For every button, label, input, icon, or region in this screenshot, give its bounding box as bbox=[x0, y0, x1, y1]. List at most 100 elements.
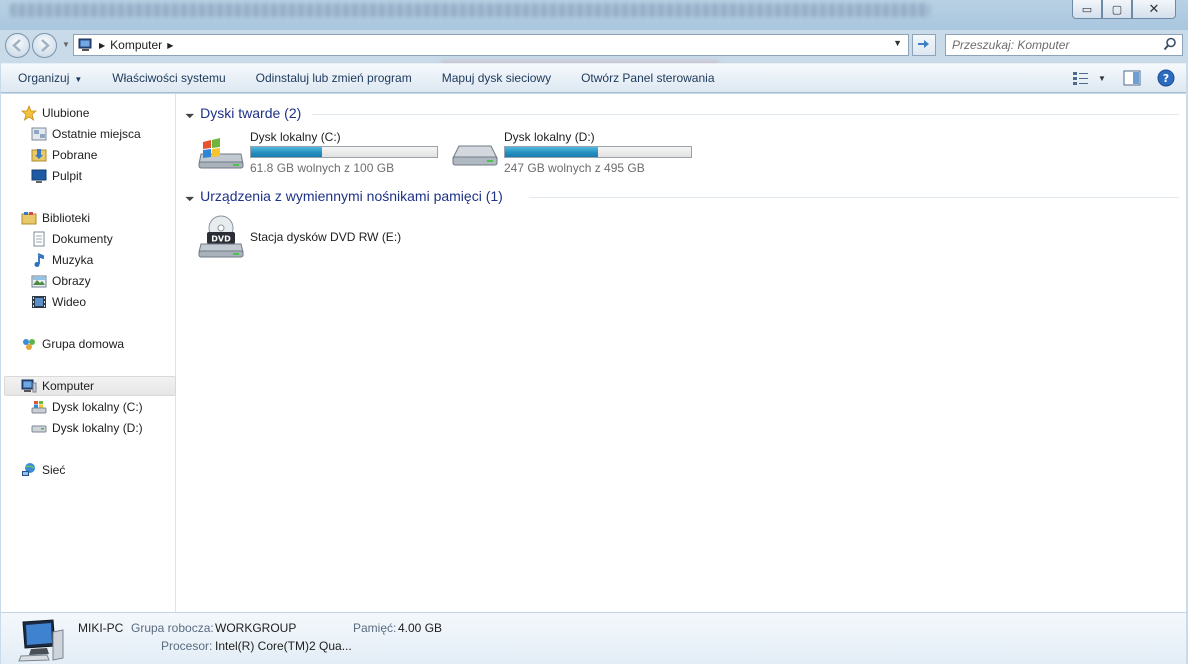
title-bar: ▭ ▢ ✕ bbox=[0, 0, 1188, 30]
breadcrumb-computer[interactable]: Komputer bbox=[110, 38, 162, 52]
processor-value: Intel(R) Core(TM)2 Qua... bbox=[215, 639, 352, 653]
minimize-button[interactable]: ▭ bbox=[1072, 0, 1102, 19]
map-network-drive-button[interactable]: Mapuj dysk sieciowy bbox=[427, 65, 566, 91]
memory-label: Pamięć: bbox=[353, 621, 397, 635]
nav-video-label: Wideo bbox=[52, 295, 87, 309]
recent-pages-chevron-icon[interactable]: ▼ bbox=[62, 40, 70, 49]
close-button[interactable]: ✕ bbox=[1132, 0, 1176, 19]
computer-icon bbox=[21, 379, 37, 393]
address-row: ▼ ▶ Komputer ▶ ▼ bbox=[0, 30, 1188, 74]
video-film-icon bbox=[32, 296, 46, 308]
nav-documents[interactable]: Dokumenty bbox=[31, 229, 113, 249]
search-box[interactable] bbox=[945, 34, 1183, 56]
processor-label: Procesor: bbox=[161, 639, 213, 653]
search-input[interactable] bbox=[952, 38, 1152, 52]
organize-menu[interactable]: Organizuj ▼ bbox=[1, 65, 97, 91]
back-button[interactable] bbox=[5, 33, 30, 58]
search-icon[interactable] bbox=[1163, 37, 1177, 51]
nav-libraries-label: Biblioteki bbox=[42, 211, 91, 225]
back-arrow-icon bbox=[12, 39, 21, 52]
help-button[interactable]: ? bbox=[1156, 68, 1176, 88]
system-properties-button[interactable]: Właściwości systemu bbox=[97, 65, 240, 91]
nav-recent-label: Ostatnie miejsca bbox=[52, 127, 141, 141]
preview-pane-icon bbox=[1123, 70, 1141, 86]
drive-usage-bar bbox=[504, 146, 692, 158]
nav-pictures[interactable]: Obrazy bbox=[31, 271, 91, 291]
forward-button[interactable] bbox=[32, 33, 57, 58]
organize-label: Organizuj bbox=[18, 71, 70, 85]
nav-drive-d[interactable]: Dysk lokalny (D:) bbox=[31, 418, 143, 438]
maximize-button[interactable]: ▢ bbox=[1102, 0, 1132, 19]
drive-free-space: 247 GB wolnych z 495 GB bbox=[504, 161, 645, 175]
windows-drive-icon bbox=[198, 138, 244, 169]
group-collapse-icon[interactable]: ◢ bbox=[185, 108, 196, 119]
preview-pane-button[interactable] bbox=[1122, 68, 1142, 88]
forward-arrow-icon bbox=[41, 39, 50, 52]
open-control-panel-button[interactable]: Otwórz Panel sterowania bbox=[566, 65, 729, 91]
explorer-frame: Ulubione Ostatnie miejsca Pobrane Pulpit… bbox=[1, 94, 1186, 612]
workgroup-value: WORKGROUP bbox=[215, 621, 297, 635]
nav-computer-label: Komputer bbox=[42, 379, 95, 393]
dvd-drive-tile[interactable]: DVD Stacja dysków DVD RW (E:) bbox=[197, 214, 447, 260]
group-removable[interactable]: ◢ Urządzenia z wymiennymi nośnikami pami… bbox=[185, 186, 503, 206]
nav-drive-d-label: Dysk lokalny (D:) bbox=[52, 421, 143, 435]
nav-network[interactable]: Sieć bbox=[21, 460, 65, 480]
group-removable-label: Urządzenia z wymiennymi nośnikami pamięc… bbox=[200, 188, 503, 204]
address-bar[interactable]: ▶ Komputer ▶ ▼ bbox=[73, 34, 909, 56]
nav-computer[interactable]: Komputer bbox=[4, 376, 176, 396]
dvd-drive-name: Stacja dysków DVD RW (E:) bbox=[250, 230, 402, 244]
command-bar: Organizuj ▼ Właściwości systemu Odinstalu… bbox=[1, 63, 1186, 93]
view-chevron-down-icon: ▼ bbox=[1098, 73, 1106, 83]
nav-desktop[interactable]: Pulpit bbox=[31, 166, 82, 186]
workgroup-label: Grupa robocza: bbox=[131, 621, 214, 635]
nav-video[interactable]: Wideo bbox=[31, 292, 86, 312]
breadcrumb-separator-icon[interactable]: ▶ bbox=[99, 41, 105, 50]
drive-usage-fill bbox=[505, 147, 598, 157]
computer-icon bbox=[18, 619, 64, 662]
nav-favorites[interactable]: Ulubione bbox=[21, 103, 89, 123]
drive-free-space: 61.8 GB wolnych z 100 GB bbox=[250, 161, 395, 175]
windows-drive-icon bbox=[31, 401, 47, 414]
navigation-pane: Ulubione Ostatnie miejsca Pobrane Pulpit… bbox=[1, 94, 176, 612]
drive-d-tile[interactable]: Dysk lokalny (D:) 247 GB wolnych z 495 G… bbox=[451, 130, 701, 176]
nav-documents-label: Dokumenty bbox=[52, 232, 113, 246]
group-collapse-icon[interactable]: ◢ bbox=[185, 191, 196, 202]
nav-homegroup[interactable]: Grupa domowa bbox=[21, 334, 124, 354]
close-icon: ✕ bbox=[1148, 1, 1160, 16]
uninstall-program-button[interactable]: Odinstaluj lub zmień program bbox=[241, 65, 427, 91]
dvd-logo-text: DVD bbox=[211, 235, 231, 244]
nav-music-label: Muzyka bbox=[52, 253, 94, 267]
details-pane: MIKI-PC Grupa robocza: WORKGROUP Pamięć:… bbox=[1, 612, 1186, 664]
group-divider bbox=[529, 197, 1179, 198]
nav-desktop-label: Pulpit bbox=[52, 169, 83, 183]
group-divider bbox=[312, 114, 1179, 115]
view-options-button[interactable]: ▼ bbox=[1070, 68, 1108, 88]
nav-drive-c[interactable]: Dysk lokalny (C:) bbox=[31, 397, 143, 417]
drive-usage-fill bbox=[251, 147, 322, 157]
address-dropdown-icon[interactable]: ▼ bbox=[893, 38, 902, 48]
hard-drive-icon bbox=[452, 145, 498, 166]
nav-music[interactable]: Muzyka bbox=[31, 250, 93, 270]
star-icon bbox=[21, 105, 37, 121]
nav-downloads-label: Pobrane bbox=[52, 148, 98, 162]
window-controls: ▭ ▢ ✕ bbox=[1072, 0, 1176, 19]
nav-network-label: Sieć bbox=[42, 463, 66, 477]
svg-text:?: ? bbox=[1163, 72, 1169, 85]
maximize-icon: ▢ bbox=[1111, 3, 1123, 16]
homegroup-icon bbox=[23, 339, 35, 350]
help-icon: ? bbox=[1157, 69, 1175, 87]
view-list-icon bbox=[1073, 72, 1089, 85]
hard-drive-icon bbox=[31, 425, 47, 433]
nav-recent-places[interactable]: Ostatnie miejsca bbox=[31, 124, 141, 144]
refresh-button[interactable] bbox=[912, 34, 936, 56]
computer-icon bbox=[78, 38, 92, 51]
nav-downloads[interactable]: Pobrane bbox=[31, 145, 97, 165]
drive-c-tile[interactable]: Dysk lokalny (C:) 61.8 GB wolnych z 100 … bbox=[197, 130, 447, 176]
pictures-icon bbox=[31, 275, 47, 288]
breadcrumb-chevron-icon[interactable]: ▶ bbox=[167, 41, 173, 50]
group-hard-disks[interactable]: ◢ Dyski twarde (2) bbox=[185, 103, 302, 123]
blurred-window-title bbox=[10, 3, 930, 17]
nav-libraries[interactable]: Biblioteki bbox=[21, 208, 90, 228]
documents-icon bbox=[33, 231, 45, 247]
drive-name: Dysk lokalny (C:) bbox=[250, 130, 341, 144]
